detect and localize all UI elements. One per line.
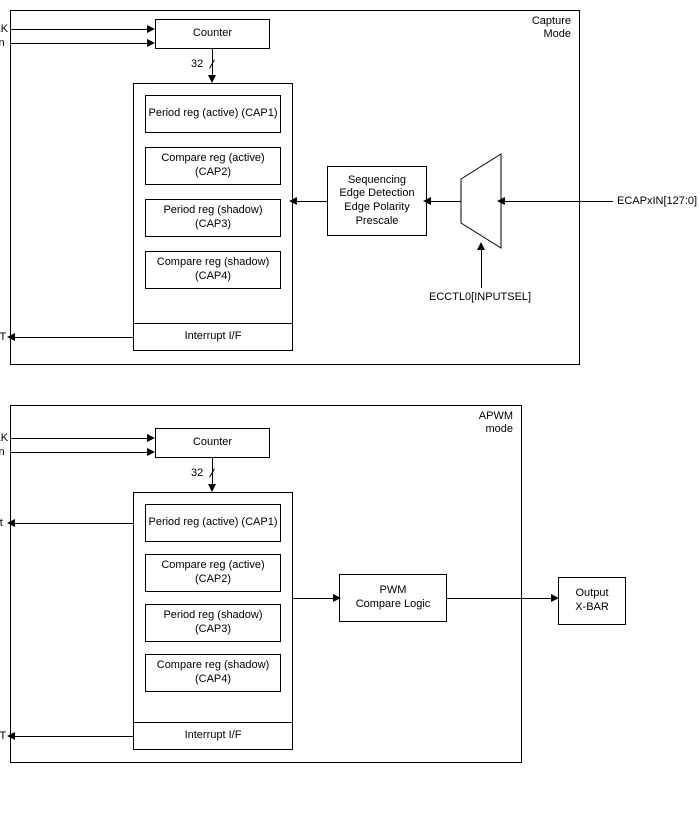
apwm-pwm-2: Compare Logic [356, 598, 431, 612]
capture-enclk-label: ECAPxENCLK [0, 23, 8, 35]
capture-reg-cap1: Period reg (active) (CAP1) [145, 95, 281, 133]
capture-counter-text: Counter [193, 27, 232, 41]
capture-interrupt-if: Interrupt I/F [133, 323, 293, 351]
apwm-reg-cap1-text: Period reg (active) (CAP1) [149, 516, 278, 530]
apwm-mode-panel: APWM mode ECAPxENCLK SyncIn Counter 32 P… [10, 405, 522, 763]
apwm-interrupt-if-text: Interrupt I/F [185, 729, 242, 743]
capture-mode-title-1: Capture [532, 15, 571, 27]
apwm-bus-width: 32 [191, 467, 203, 479]
capture-syncin-label: SyncIn [0, 37, 5, 49]
apwm-counter-block: Counter [155, 428, 270, 458]
capture-int-label: ECAPxINT [0, 331, 6, 343]
capture-reg-cap2-text: Compare reg (active) (CAP2) [146, 152, 280, 180]
apwm-reg-cap2: Compare reg (active) (CAP2) [145, 554, 281, 592]
apwm-reg-cap3: Period reg (shadow) (CAP3) [145, 604, 281, 642]
apwm-interrupt-if: Interrupt I/F [133, 722, 293, 750]
capture-mode-panel: Capture Mode ECAPxENCLK SyncIn Counter 3… [10, 10, 580, 365]
capture-mux-sel-label: ECCTL0[INPUTSEL] [429, 291, 531, 303]
capture-seq-0: Sequencing [348, 174, 406, 188]
capture-bus-width: 32 [191, 58, 203, 70]
capture-reg-cap3: Period reg (shadow) (CAP3) [145, 199, 281, 237]
capture-reg-cap4-text: Compare reg (shadow) (CAP4) [146, 256, 280, 284]
apwm-output-xbar-block: Output X-BAR [558, 577, 626, 625]
capture-mode-title: Capture Mode [532, 15, 571, 41]
apwm-int-label: ECAPxINT [0, 730, 6, 742]
capture-mode-title-2: Mode [543, 28, 571, 40]
capture-seq-2: Edge Polarity [344, 201, 409, 215]
apwm-xbar-2: X-BAR [575, 601, 609, 615]
apwm-reg-cap2-text: Compare reg (active) (CAP2) [146, 559, 280, 587]
apwm-syncin-label: SyncIn [0, 446, 5, 458]
capture-seq-3: Prescale [356, 215, 399, 229]
apwm-reg-cap3-text: Period reg (shadow) (CAP3) [146, 609, 280, 637]
capture-reg-cap2: Compare reg (active) (CAP2) [145, 147, 281, 185]
apwm-syncout-label: Syncout [0, 517, 3, 529]
apwm-counter-text: Counter [193, 436, 232, 450]
apwm-xbar-1: Output [575, 587, 608, 601]
capture-interrupt-if-text: Interrupt I/F [185, 330, 242, 344]
apwm-pwm-1: PWM [380, 584, 407, 598]
capture-reg-cap1-text: Period reg (active) (CAP1) [149, 107, 278, 121]
capture-seq-1: Edge Detection [339, 187, 414, 201]
apwm-reg-cap4: Compare reg (shadow) (CAP4) [145, 654, 281, 692]
capture-counter-block: Counter [155, 19, 270, 49]
capture-sequencing-block: Sequencing Edge Detection Edge Polarity … [327, 166, 427, 236]
capture-mux-icon [461, 154, 501, 248]
apwm-enclk-label: ECAPxENCLK [0, 432, 8, 444]
capture-ext-in-label: ECAPxIN[127:0] [617, 195, 697, 207]
capture-reg-cap3-text: Period reg (shadow) (CAP3) [146, 204, 280, 232]
capture-reg-cap4: Compare reg (shadow) (CAP4) [145, 251, 281, 289]
apwm-pwm-block: PWM Compare Logic [339, 574, 447, 622]
apwm-reg-cap1: Period reg (active) (CAP1) [145, 504, 281, 542]
apwm-mode-title-1: APWM [479, 410, 513, 422]
apwm-reg-cap4-text: Compare reg (shadow) (CAP4) [146, 659, 280, 687]
apwm-mode-title-2: mode [485, 423, 513, 435]
apwm-mode-title: APWM mode [479, 410, 513, 436]
